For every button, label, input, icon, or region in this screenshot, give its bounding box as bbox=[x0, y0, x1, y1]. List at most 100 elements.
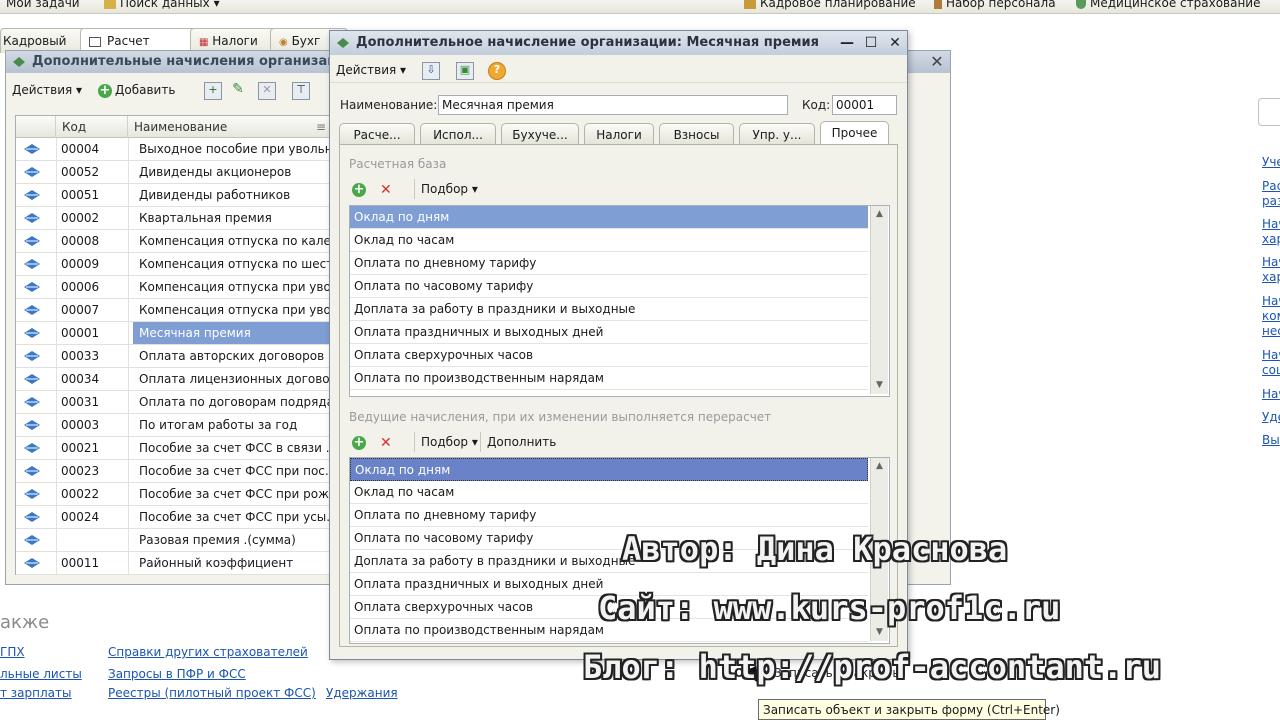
panel-link[interactable]: хар bbox=[1262, 270, 1280, 284]
fill-button[interactable]: Дополнить bbox=[480, 432, 556, 452]
panel-link[interactable]: соц bbox=[1262, 363, 1280, 377]
panel-link[interactable]: Рас bbox=[1262, 179, 1280, 193]
panel-link[interactable]: Уче bbox=[1262, 155, 1280, 169]
table-row[interactable]: 00052 Дивиденды акционеров bbox=[16, 161, 332, 184]
tab-other[interactable]: Прочее bbox=[820, 121, 889, 145]
pick-menu[interactable]: Подбор ▾ bbox=[414, 432, 478, 452]
tab-calculation[interactable]: Расче... bbox=[339, 123, 415, 145]
minimize-icon[interactable]: — bbox=[838, 34, 856, 52]
table-row[interactable]: 00001 Месячная премия bbox=[16, 322, 332, 345]
watermark-author: Автор: Дина Краснова bbox=[622, 530, 1008, 568]
tab-usage[interactable]: Испол... bbox=[420, 123, 496, 145]
name-field[interactable]: Месячная премия bbox=[438, 95, 788, 115]
table-row[interactable]: 00021 Пособие за счет ФСС в связи ... bbox=[16, 437, 332, 460]
table-row[interactable]: 00002 Квартальная премия bbox=[16, 207, 332, 230]
deductions-link[interactable]: Удержания bbox=[326, 686, 398, 700]
my-tasks-link[interactable]: Мои задачи bbox=[6, 0, 80, 10]
pfr-fss-requests-link[interactable]: Запросы в ПФР и ФСС bbox=[108, 667, 246, 681]
scroll-up-icon[interactable]: ▲ bbox=[871, 458, 888, 475]
recruiting-link[interactable]: Набор персонала bbox=[934, 0, 1056, 10]
scroll-up-icon[interactable]: ▲ bbox=[871, 206, 888, 223]
table-row[interactable]: 00024 Пособие за счет ФСС при усы... bbox=[16, 506, 332, 529]
tab-accounting[interactable]: Бухуче... bbox=[501, 123, 579, 145]
list-item[interactable]: Доплата за работу в праздники и выходные bbox=[350, 298, 868, 321]
table-row[interactable]: 00008 Компенсация отпуска по кале... bbox=[16, 230, 332, 253]
vertical-scrollbar[interactable]: ▲ ▼ bbox=[870, 206, 888, 394]
edit-icon[interactable]: ✎ bbox=[230, 82, 246, 98]
panel-link[interactable]: Нач bbox=[1262, 294, 1280, 308]
list-item[interactable]: Оплата праздничных и выходных дней bbox=[350, 321, 868, 344]
table-row[interactable]: 00011 Районный коэффициент bbox=[16, 552, 332, 575]
table-row[interactable]: 00031 Оплата по договорам подряда bbox=[16, 391, 332, 414]
list-item[interactable]: Оплата сверхурочных часов bbox=[350, 344, 868, 367]
save-icon[interactable]: ⇩ bbox=[422, 62, 440, 80]
help-icon[interactable]: ? bbox=[488, 62, 506, 80]
table-row[interactable]: 00023 Пособие за счет ФСС при пос... bbox=[16, 460, 332, 483]
code-column-header[interactable]: Код bbox=[56, 116, 128, 138]
filter-icon[interactable]: ⊤ bbox=[292, 82, 310, 100]
structure-icon[interactable]: ▣ bbox=[456, 62, 474, 80]
table-row[interactable]: 00051 Дивиденды работников bbox=[16, 184, 332, 207]
scroll-down-icon[interactable]: ▼ bbox=[871, 377, 888, 394]
table-row[interactable]: 00003 По итогам работы за год bbox=[16, 414, 332, 437]
table-row[interactable]: 00009 Компенсация отпуска по шест... bbox=[16, 253, 332, 276]
panel-link[interactable]: Нач bbox=[1262, 348, 1280, 362]
panel-search-box[interactable] bbox=[1258, 98, 1280, 126]
tab-taxes[interactable]: Налоги bbox=[584, 123, 654, 145]
accrual-type-icon bbox=[24, 351, 40, 361]
list-item[interactable]: Оплата по производственным нарядам bbox=[350, 367, 868, 390]
panel-link[interactable]: Уде bbox=[1262, 410, 1280, 424]
accrual-type-icon bbox=[24, 374, 40, 384]
maximize-icon[interactable]: ☐ bbox=[862, 34, 880, 52]
salary-link[interactable]: т зарплаты bbox=[0, 686, 72, 700]
add-row-button[interactable]: + bbox=[352, 179, 369, 199]
search-data-link[interactable]: Поиск данных ▾ bbox=[104, 0, 220, 10]
name-cell: Оплата авторских договоров bbox=[139, 349, 325, 363]
name-column-header[interactable]: Наименование ≡ bbox=[128, 116, 332, 138]
panel-link[interactable]: Нач bbox=[1262, 217, 1280, 231]
delete-icon[interactable]: ✕ bbox=[258, 82, 276, 100]
list-item[interactable]: Оклад по дням bbox=[350, 458, 868, 481]
copy-icon[interactable]: + bbox=[204, 82, 222, 100]
actions-menu[interactable]: Действия ▾ bbox=[336, 60, 406, 80]
panel-link[interactable]: ком bbox=[1262, 309, 1280, 323]
panel-link[interactable]: хар bbox=[1262, 232, 1280, 246]
table-row[interactable]: 00007 Компенсация отпуска при уво... bbox=[16, 299, 332, 322]
medical-insurance-link[interactable]: Медицинское страхование bbox=[1076, 0, 1260, 10]
close-icon[interactable]: ✕ bbox=[928, 53, 946, 71]
table-row[interactable]: Разовая премия .(сумма) bbox=[16, 529, 332, 552]
panel-link[interactable]: Вы bbox=[1262, 433, 1280, 447]
delete-row-button[interactable]: ✕ bbox=[380, 432, 392, 452]
delete-row-button[interactable]: ✕ bbox=[380, 179, 392, 199]
panel-link[interactable]: нес bbox=[1262, 324, 1280, 338]
list-item[interactable]: Оплата по часовому тарифу bbox=[350, 275, 868, 298]
code-field[interactable]: 00001 bbox=[832, 95, 897, 115]
list-item[interactable]: Оплата по дневному тарифу bbox=[350, 504, 868, 527]
list-item[interactable]: Оклад по дням bbox=[350, 206, 868, 229]
table-row[interactable]: 00004 Выходное пособие при увольн... bbox=[16, 138, 332, 161]
sheets-link[interactable]: льные листы bbox=[0, 667, 82, 681]
add-row-button[interactable]: + bbox=[352, 432, 369, 452]
list-item[interactable]: Оплата по дневному тарифу bbox=[350, 252, 868, 275]
tab-management[interactable]: Упр. у... bbox=[739, 123, 815, 145]
base-accruals-list: Оклад по дням Оклад по часам Оплата по дне… bbox=[349, 205, 890, 397]
table-row[interactable]: 00022 Пособие за счет ФСС при рож... bbox=[16, 483, 332, 506]
pick-menu[interactable]: Подбор ▾ bbox=[414, 179, 478, 199]
actions-menu[interactable]: Действия ▾ bbox=[12, 80, 82, 100]
panel-link[interactable]: Нач bbox=[1262, 387, 1280, 401]
add-button[interactable]: + Добавить bbox=[98, 80, 175, 100]
close-icon[interactable]: ✕ bbox=[886, 34, 904, 52]
table-row[interactable]: 00034 Оплата лицензионных договор... bbox=[16, 368, 332, 391]
panel-link[interactable]: раз bbox=[1262, 194, 1280, 208]
hr-planning-link[interactable]: Кадровое планирование bbox=[744, 0, 916, 10]
other-insurers-certificates-link[interactable]: Справки других страхователей bbox=[108, 645, 308, 659]
list-item[interactable]: Оклад по часам bbox=[350, 481, 868, 504]
table-row[interactable]: 00006 Компенсация отпуска при уво... bbox=[16, 276, 332, 299]
tab-contributions[interactable]: Взносы bbox=[659, 123, 734, 145]
code-cell: 00034 bbox=[61, 372, 100, 386]
list-item[interactable]: Оклад по часам bbox=[350, 229, 868, 252]
fss-registers-link[interactable]: Реестры (пилотный проект ФСС) bbox=[108, 686, 316, 700]
table-row[interactable]: 00033 Оплата авторских договоров bbox=[16, 345, 332, 368]
gph-link[interactable]: ГПХ bbox=[0, 645, 25, 659]
panel-link[interactable]: Нач bbox=[1262, 255, 1280, 269]
